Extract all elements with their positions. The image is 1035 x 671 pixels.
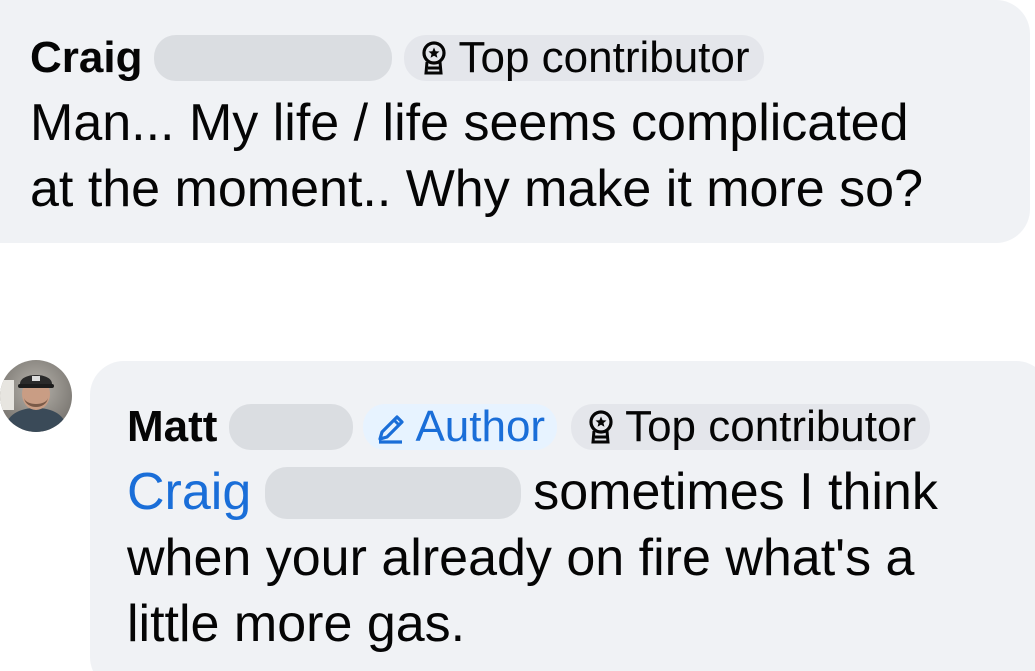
comment-header: Craig Top contributor bbox=[30, 26, 1030, 90]
redacted-surname bbox=[154, 35, 393, 81]
redacted-surname bbox=[229, 404, 354, 450]
badge-label: Top contributor bbox=[625, 402, 917, 451]
comment-line: Man... My life / life seems complicated bbox=[30, 94, 909, 152]
author-name[interactable]: Matt bbox=[127, 395, 217, 459]
author-badge[interactable]: Author bbox=[363, 402, 558, 451]
comment-line: when your already on fire what's a bbox=[127, 529, 915, 587]
comment-text: Craig sometimes I think when your already… bbox=[127, 459, 1035, 657]
profile-photo bbox=[0, 360, 72, 432]
comment-line: at the moment.. Why make it more so? bbox=[30, 160, 923, 218]
pencil-icon bbox=[378, 415, 405, 444]
top-contributor-badge[interactable]: Top contributor bbox=[571, 402, 931, 451]
top-contributor-badge[interactable]: Top contributor bbox=[404, 33, 764, 82]
author-name[interactable]: Craig bbox=[30, 26, 142, 90]
comment-thread: Craig Top contributor Man... My life / l… bbox=[0, 0, 1035, 671]
badge-label: Author bbox=[415, 402, 546, 451]
redacted-mention-surname bbox=[265, 467, 522, 519]
comment-line: little more gas. bbox=[127, 595, 466, 653]
comment-header: Matt Author Top contributor bbox=[127, 395, 1035, 459]
avatar[interactable] bbox=[0, 360, 72, 432]
mention-link[interactable]: Craig bbox=[127, 463, 251, 521]
badge-label: Top contributor bbox=[458, 33, 750, 82]
comment-text: Man... My life / life seems complicated … bbox=[30, 90, 1030, 222]
comment-line-text: sometimes I think bbox=[533, 463, 938, 521]
award-ribbon-icon bbox=[589, 410, 613, 444]
award-ribbon-icon bbox=[422, 41, 447, 75]
comment-bubble: Matt Author Top contributor Craig someti… bbox=[90, 361, 1035, 671]
comment-bubble: Craig Top contributor Man... My life / l… bbox=[0, 0, 1030, 243]
comment-line: Craig sometimes I think bbox=[127, 459, 1035, 525]
